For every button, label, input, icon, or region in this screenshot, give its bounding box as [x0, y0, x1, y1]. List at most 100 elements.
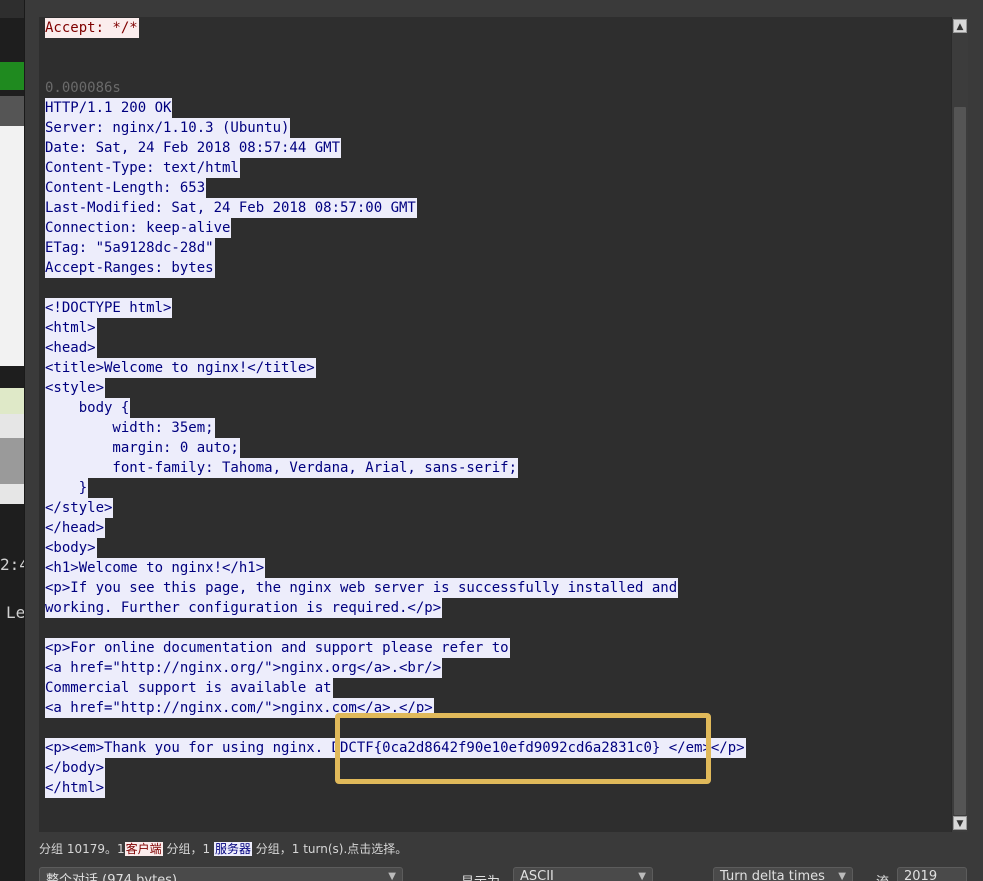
status-suffix: 分组，1 turn(s).点击选择。 — [255, 842, 408, 856]
stream-line: Connection: keep-alive — [45, 218, 746, 238]
server-text: body { — [45, 398, 131, 418]
client-tag[interactable]: 客户端 — [124, 842, 163, 856]
stream-line: <html> — [45, 318, 746, 338]
stream-line: Server: nginx/1.10.3 (Ubuntu) — [45, 118, 746, 138]
stream-status-text: 分组 10179。1客户端 分组，1 服务器 分组，1 turn(s).点击选择… — [39, 840, 407, 857]
background-pane — [0, 126, 24, 366]
status-prefix: 分组 10179。1 — [39, 842, 125, 856]
chevron-down-icon: ▼ — [838, 871, 846, 881]
server-text: Commercial support is available at — [45, 678, 333, 698]
stream-line: <h1>Welcome to nginx!</h1> — [45, 558, 746, 578]
stream-line: 0.000086s — [45, 78, 746, 98]
server-text: <style> — [45, 378, 106, 398]
server-text: </html> — [45, 778, 106, 798]
stream-line: <p>For online documentation and support … — [45, 638, 746, 658]
stream-line: Accept-Ranges: bytes — [45, 258, 746, 278]
server-text: Last-Modified: Sat, 24 Feb 2018 08:57:00… — [45, 198, 417, 218]
server-text: <h1>Welcome to nginx!</h1> — [45, 558, 266, 578]
stream-line — [45, 278, 746, 298]
time-format-select[interactable]: Turn delta times ▼ — [713, 867, 853, 881]
server-text: HTTP/1.1 200 OK — [45, 98, 173, 118]
stream-line: <title>Welcome to nginx!</title> — [45, 358, 746, 378]
server-text: Content-Type: text/html — [45, 158, 240, 178]
background-row — [0, 388, 24, 414]
server-text: </body> — [45, 758, 106, 778]
stream-line: body { — [45, 398, 746, 418]
flag-highlight-box — [335, 713, 711, 784]
stream-line: HTTP/1.1 200 OK — [45, 98, 746, 118]
stream-number-value: 2019 — [904, 869, 938, 881]
background-text-fragment: Le — [6, 603, 26, 622]
server-text: Content-Length: 653 — [45, 178, 207, 198]
encoding-select[interactable]: ASCII ▼ — [513, 867, 653, 881]
stream-number-spinbox[interactable]: 2019 — [897, 867, 967, 881]
client-text: Accept: */* — [45, 18, 139, 38]
server-text: ETag: "5a9128dc-28d" — [45, 238, 215, 258]
background-row — [0, 438, 24, 484]
server-text: Accept-Ranges: bytes — [45, 258, 215, 278]
server-text: working. Further configuration is requir… — [45, 598, 443, 618]
server-text: <p>For online documentation and support … — [45, 638, 510, 658]
scroll-down-arrow-icon[interactable]: ▼ — [953, 816, 967, 830]
time-format-select-value: Turn delta times — [720, 869, 825, 881]
server-text: <p>If you see this page, the nginx web s… — [45, 578, 679, 598]
server-text: <html> — [45, 318, 97, 338]
server-text: <title>Welcome to nginx!</title> — [45, 358, 316, 378]
stream-lines: Accept: */* 0.000086s HTTP/1.1 200 OK Serve… — [45, 18, 746, 798]
stream-line: ETag: "5a9128dc-28d" — [45, 238, 746, 258]
background-row — [0, 484, 24, 504]
background-titlebar — [0, 0, 24, 18]
stream-line: } — [45, 478, 746, 498]
show-as-label: 显示为 — [461, 871, 500, 881]
stream-line — [45, 618, 746, 638]
stream-line: <body> — [45, 538, 746, 558]
server-text: Date: Sat, 24 Feb 2018 08:57:44 GMT — [45, 138, 342, 158]
status-middle: 分组，1 — [166, 842, 211, 856]
server-text: width: 35em; — [45, 418, 215, 438]
stream-line: <style> — [45, 378, 746, 398]
stream-line — [45, 58, 746, 78]
server-text: </head> — [45, 518, 106, 538]
stream-line: font-family: Tahoma, Verdana, Arial, san… — [45, 458, 746, 478]
chevron-down-icon: ▼ — [388, 871, 396, 881]
scroll-thumb[interactable] — [954, 107, 966, 815]
encoding-select-value: ASCII — [520, 869, 554, 881]
stream-line — [45, 38, 746, 58]
background-panel — [0, 96, 24, 126]
background-window: 2:4 Le — [0, 0, 29, 881]
conversation-select[interactable]: 整个对话 (974 bytes) ▼ — [39, 867, 403, 881]
stream-line: <p>If you see this page, the nginx web s… — [45, 578, 746, 598]
server-tag[interactable]: 服务器 — [213, 842, 252, 856]
stream-line: Date: Sat, 24 Feb 2018 08:57:44 GMT — [45, 138, 746, 158]
conversation-select-value: 整个对话 (974 bytes) — [46, 873, 178, 881]
server-text: font-family: Tahoma, Verdana, Arial, san… — [45, 458, 519, 478]
server-text: </style> — [45, 498, 114, 518]
stream-line: <head> — [45, 338, 746, 358]
server-text: } — [45, 478, 89, 498]
scroll-up-arrow-icon[interactable]: ▲ — [953, 19, 967, 33]
server-text: <body> — [45, 538, 97, 558]
stream-line: Last-Modified: Sat, 24 Feb 2018 08:57:00… — [45, 198, 746, 218]
stream-line: Commercial support is available at — [45, 678, 746, 698]
stream-content-area[interactable]: Accept: */* 0.000086s HTTP/1.1 200 OK Serve… — [39, 17, 968, 832]
stream-line: margin: 0 auto; — [45, 438, 746, 458]
server-text: Connection: keep-alive — [45, 218, 232, 238]
server-text: margin: 0 auto; — [45, 438, 240, 458]
stream-line: </style> — [45, 498, 746, 518]
follow-tcp-stream-dialog: Accept: */* 0.000086s HTTP/1.1 200 OK Serve… — [24, 0, 983, 881]
stream-line: working. Further configuration is requir… — [45, 598, 746, 618]
chevron-down-icon: ▼ — [638, 871, 646, 881]
stream-line: <a href="http://nginx.org/">nginx.org</a… — [45, 658, 746, 678]
stream-line: </head> — [45, 518, 746, 538]
server-text: <a href="http://nginx.org/">nginx.org</a… — [45, 658, 443, 678]
stream-line: Accept: */* — [45, 18, 746, 38]
background-progress-bar — [0, 62, 24, 90]
vertical-scrollbar[interactable]: ▲ ▼ — [951, 17, 968, 832]
server-text: <head> — [45, 338, 97, 358]
server-text: Server: nginx/1.10.3 (Ubuntu) — [45, 118, 291, 138]
background-row — [0, 414, 24, 438]
stream-line: Content-Length: 653 — [45, 178, 746, 198]
stream-line: Content-Type: text/html — [45, 158, 746, 178]
stream-line: width: 35em; — [45, 418, 746, 438]
stream-label: 流 — [876, 871, 889, 881]
